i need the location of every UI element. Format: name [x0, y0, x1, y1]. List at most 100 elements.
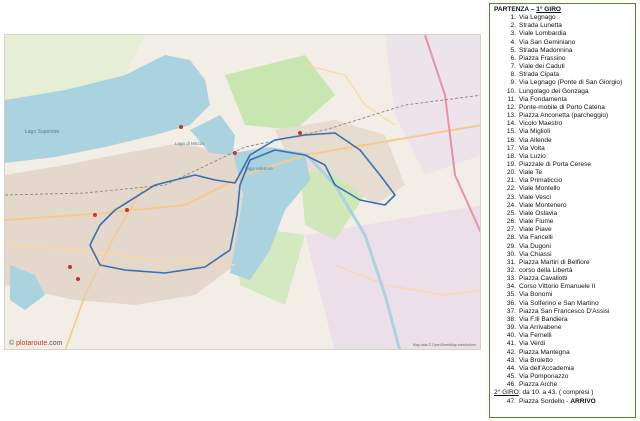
stop-number: 13. — [506, 112, 516, 120]
stop-name: Lungolago dei Gonzaga — [519, 87, 589, 95]
stop-name: Strada Lunetta — [519, 22, 562, 30]
stop-name: Via F.lli Bandiera — [519, 315, 568, 323]
stop-item: 17. Via Volta — [494, 145, 632, 153]
stop-number: 44. — [506, 364, 516, 372]
route-marker[interactable] — [233, 151, 237, 155]
stops-list: 1. Via Legnago 2. Strada Lunetta 3. Viale Lom… — [494, 14, 632, 389]
stop-number: 30. — [506, 250, 516, 258]
stop-name: Via Chiassi — [519, 250, 552, 258]
stop-name: Via Miglioli — [519, 128, 551, 136]
stop-name: Piazza Anconetta (parcheggio) — [519, 112, 609, 120]
stop-number: 2. — [510, 22, 516, 30]
route-marker[interactable] — [298, 131, 302, 135]
stop-name: Viale Montello — [519, 185, 561, 193]
stop-number: 11. — [507, 95, 516, 103]
stop-name: Piazza Frassino — [519, 54, 566, 62]
route-marker[interactable] — [76, 277, 80, 281]
stop-item: 2. Strada Lunetta — [494, 22, 632, 30]
stop-item: 11. Via Fondamenta — [494, 96, 632, 104]
stop-name: Piazza Cavallotti — [519, 275, 568, 283]
stop-number: 40. — [506, 332, 516, 340]
stop-name: Via Broletto — [519, 356, 553, 364]
route-map[interactable]: Lago Superiore Lago di Mezzo Lago Inferi… — [4, 34, 481, 350]
stop-item: 14. Vicolo Maestro — [494, 120, 632, 128]
stop-number: 20. — [506, 169, 516, 177]
stop-number: 4. — [510, 38, 516, 46]
stop-item: 24. Viale Montenero — [494, 202, 632, 210]
stop-number: 18. — [506, 152, 516, 160]
stop-item: 3. Viale Lombardia — [494, 30, 632, 38]
stop-name: Strada Madonnina — [519, 46, 573, 54]
stop-item: 42. Piazza Mantegna — [494, 349, 632, 357]
stop-name: corso della Libertà — [519, 267, 573, 274]
lake-superiore-label: Lago Superiore — [25, 129, 59, 135]
route-marker[interactable] — [179, 125, 183, 129]
stop-item: 20. Viale Te — [494, 169, 632, 177]
stop-item: 12. Ponte-mobile di Porto Catena — [494, 104, 632, 112]
osm-attribution[interactable]: Map data © OpenStreetMap contributors — [413, 343, 476, 347]
stop-number: 35. — [506, 291, 516, 299]
route-marker[interactable] — [68, 265, 72, 269]
stop-number: 17. — [506, 144, 516, 152]
stop-name: Via San Geminiano — [519, 38, 576, 46]
route-marker[interactable] — [93, 213, 97, 217]
route-marker[interactable] — [125, 208, 129, 212]
stop-item: 28. Via Fancelli — [494, 234, 632, 242]
plotaroute-brand: plotaroute — [16, 340, 48, 347]
stop-name: Viale Vesci — [519, 193, 551, 201]
stop-number: 29. — [506, 242, 516, 250]
stop-number: 42. — [506, 348, 516, 356]
stop-name: Piazza Martiri di Belfiore — [519, 258, 590, 266]
stop-item: 40. Via Fernelli — [494, 332, 632, 340]
map-canvas: Lago Superiore Lago di Mezzo Lago Inferi… — [5, 35, 480, 349]
stop-number: 33. — [506, 275, 516, 283]
stop-name: Piazzale di Porta Cerese — [519, 160, 592, 168]
finish-line: 47. Piazza Sordello - ARRIVO — [506, 397, 596, 405]
stop-name: Via Luzio — [519, 152, 546, 160]
stop-name: Via Fernelli — [519, 332, 552, 340]
stop-item: 31. Piazza Martiri di Belfiore — [494, 259, 632, 267]
stop-number: 36. — [506, 299, 516, 307]
stop-name: Viale Lombardia — [519, 30, 567, 38]
stop-number: 24. — [506, 201, 516, 209]
stop-name: Viale Te — [519, 169, 543, 177]
stop-name: Via dell'Accademia — [519, 364, 574, 372]
stop-number: 5. — [510, 46, 516, 54]
stop-number: 1. — [510, 14, 516, 22]
stop-number: 23. — [506, 193, 516, 201]
stop-number: 25. — [506, 209, 516, 217]
stop-item: 41. Via Verdi — [494, 340, 632, 348]
stop-item: 23. Viale Vesci — [494, 194, 632, 202]
stop-number: 14. — [506, 120, 516, 128]
stop-item: 4. Via San Geminiano — [494, 39, 632, 47]
stop-item: 18. Via Luzio — [494, 153, 632, 161]
stop-number: 39. — [506, 324, 516, 332]
stop-name: Viale Piave — [519, 226, 552, 234]
stop-item: 16. Via Allende — [494, 137, 632, 145]
stop-item: 35. Via Bonomi — [494, 291, 632, 299]
stop-number: 6. — [510, 54, 516, 62]
stop-item: 1. Via Legnago — [494, 14, 632, 22]
stop-name: Viale dei Caduti — [519, 63, 565, 71]
stop-item: 32. corso della Libertà — [494, 267, 632, 275]
stop-name: Via Verdi — [519, 340, 546, 348]
stop-item: 19. Piazzale di Porta Cerese — [494, 161, 632, 169]
stop-item: 45. Via Pomponazzo — [494, 373, 632, 381]
second-lap-note: 2° GIRO: da 10. a 43. ( compresi ) — [494, 389, 594, 397]
stop-item: 37. Piazza San Francesco D'Assisi — [494, 308, 632, 316]
stop-item: 25. Viale Oslavia — [494, 210, 632, 218]
stop-number: 45. — [506, 373, 516, 381]
stop-item: 36. Via Solferino e San Martino — [494, 300, 632, 308]
stop-name: Via Pomponazzo — [519, 373, 569, 381]
stop-number: 28. — [506, 234, 516, 242]
stop-item: 29. Via Dugoni — [494, 243, 632, 251]
stop-number: 9. — [510, 79, 516, 87]
stop-number: 41. — [506, 340, 516, 348]
stop-name: Viale Fiume — [519, 218, 554, 226]
stop-number: 32. — [506, 267, 516, 274]
stop-item: 38. Via F.lli Bandiera — [494, 316, 632, 324]
stop-name: Via Arrivabene — [519, 324, 562, 332]
map-credit[interactable]: © plotaroute.com — [9, 340, 62, 347]
stop-name: Via Dugoni — [519, 242, 551, 250]
stop-item: 10. Lungolago dei Gonzaga — [494, 88, 632, 96]
